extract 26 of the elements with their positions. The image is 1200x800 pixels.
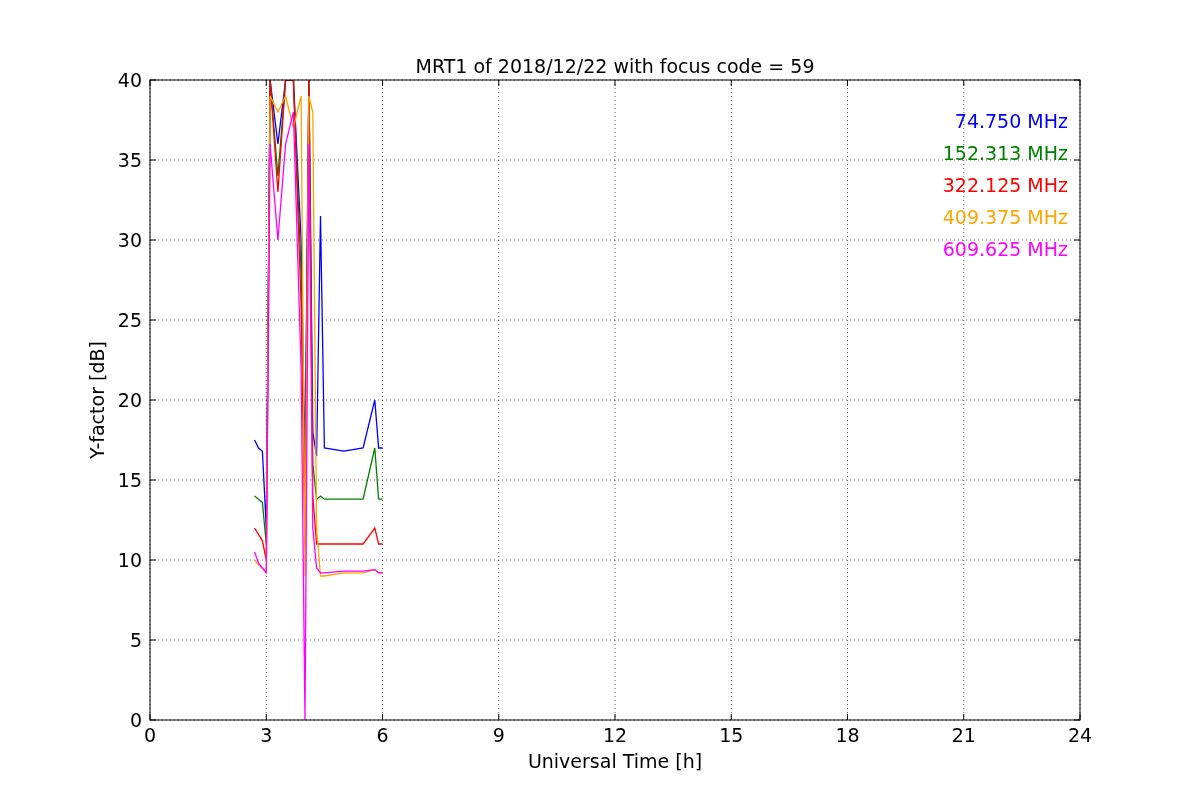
y-tick-label: 25 bbox=[117, 309, 142, 331]
y-tick-label: 30 bbox=[117, 229, 142, 251]
x-tick-label: 9 bbox=[492, 724, 505, 746]
y-tick-label: 10 bbox=[117, 549, 142, 571]
x-tick-label: 24 bbox=[1067, 724, 1093, 746]
legend-label: 152.313 MHz bbox=[942, 142, 1068, 164]
y-tick-label: 35 bbox=[117, 149, 142, 171]
y-tick-label: 15 bbox=[117, 469, 142, 491]
y-tick-label: 0 bbox=[129, 709, 142, 731]
x-tick-label: 6 bbox=[376, 724, 389, 746]
legend-label: 322.125 MHz bbox=[942, 174, 1068, 196]
x-tick-label: 21 bbox=[951, 724, 976, 746]
y-tick-label: 5 bbox=[129, 629, 142, 651]
x-tick-label: 3 bbox=[260, 724, 273, 746]
x-tick-label: 15 bbox=[719, 724, 744, 746]
legend-label: 609.625 MHz bbox=[942, 238, 1068, 260]
y-axis-label: Y-factor [dB] bbox=[86, 341, 108, 459]
legend-label: 74.750 MHz bbox=[954, 110, 1068, 132]
legend-label: 409.375 MHz bbox=[942, 206, 1068, 228]
y-tick-label: 20 bbox=[117, 389, 142, 411]
x-tick-label: 0 bbox=[143, 724, 157, 746]
x-tick-label: 12 bbox=[602, 724, 628, 746]
y-tick-label: 40 bbox=[117, 69, 142, 91]
x-tick-label: 18 bbox=[835, 724, 860, 746]
chart-title: MRT1 of 2018/12/22 with focus code = 59 bbox=[415, 55, 815, 77]
x-axis-label: Universal Time [h] bbox=[527, 750, 703, 772]
